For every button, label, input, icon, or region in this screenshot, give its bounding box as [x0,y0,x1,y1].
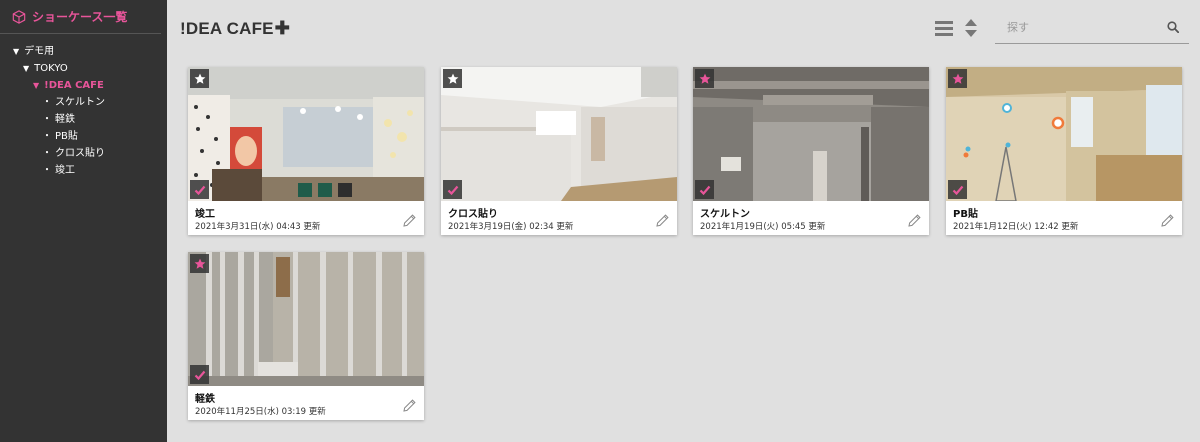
search-box [995,13,1189,44]
check-icon [194,185,205,195]
card-updated-date: 2021年1月19日(火) 05:45 更新 [700,222,826,232]
showcase-tree: ▼ デモ用 ▼ TOKYO ▼ !DEA CAFE ・スケルトン ・軽鉄 ・ PB… [0,34,167,179]
sidebar: ショーケース一覧 ▼ デモ用 ▼ TOKYO ▼ !DEA CAFE ・スケルト… [0,0,167,442]
sort-icon[interactable] [964,19,978,37]
favorite-toggle[interactable] [443,69,462,88]
search-input[interactable] [995,13,1155,41]
tree-item-demo[interactable]: ▼ デモ用 [0,43,167,60]
showcase-card[interactable]: PB貼 2021年1月12日(火) 12:42 更新 [946,67,1182,235]
card-thumbnail[interactable] [441,67,677,201]
tree-item-completion[interactable]: ・竣工 [0,162,167,179]
showcase-card[interactable]: 竣工 2021年3月31日(水) 04:43 更新 [188,67,424,235]
interior-photo [441,67,677,201]
tree-label: 竣工 [55,165,75,176]
cafe-photo [188,67,424,201]
star-icon [952,73,963,84]
search-icon[interactable] [1167,21,1179,33]
star-icon [699,73,710,84]
tree-item-cross[interactable]: ・クロス貼り [0,145,167,162]
card-updated-date: 2021年3月31日(水) 04:43 更新 [195,222,321,232]
showcase-card[interactable]: 軽鉄 2020年11月25日(水) 03:19 更新 [188,252,424,420]
pencil-icon[interactable] [403,399,416,412]
favorite-toggle[interactable] [948,69,967,88]
showcase-card[interactable]: クロス貼り 2021年3月19日(金) 02:34 更新 [441,67,677,235]
favorite-toggle[interactable] [695,69,714,88]
tree-label: クロス貼り [55,148,105,159]
tree-label: スケルトン [55,97,105,108]
card-title: PB貼 [953,209,978,220]
tree-item-tokyo[interactable]: ▼ TOKYO [0,60,167,77]
tree-label: デモ用 [24,46,55,57]
caret-down-icon: ▼ [33,81,40,90]
check-toggle[interactable] [948,180,967,199]
check-icon [194,370,205,380]
tree-label: 軽鉄 [55,114,75,125]
check-toggle[interactable] [190,180,209,199]
card-thumbnail[interactable] [188,67,424,201]
caret-down-icon: ▼ [13,47,20,56]
skeleton-photo [693,67,929,201]
pencil-icon[interactable] [1161,214,1174,227]
pencil-icon[interactable] [656,214,669,227]
check-icon [699,185,710,195]
card-thumbnail[interactable] [188,252,424,386]
check-toggle[interactable] [695,180,714,199]
card-updated-date: 2020年11月25日(水) 03:19 更新 [195,407,326,417]
sidebar-title: ショーケース一覧 [32,10,128,24]
card-updated-date: 2021年3月19日(金) 02:34 更新 [448,222,574,232]
card-thumbnail[interactable] [946,67,1182,201]
pencil-icon[interactable] [403,214,416,227]
check-icon [447,185,458,195]
showcase-card[interactable]: スケルトン 2021年1月19日(火) 05:45 更新 [693,67,929,235]
card-title: クロス貼り [448,209,498,220]
check-icon [952,185,963,195]
card-title: 竣工 [195,209,215,220]
tree-label: TOKYO [34,63,68,74]
sidebar-header[interactable]: ショーケース一覧 [0,0,161,34]
star-icon [194,258,205,269]
steel-frame-photo [188,252,424,386]
favorite-toggle[interactable] [190,254,209,273]
tree-item-idea-cafe[interactable]: ▼ !DEA CAFE [0,77,167,94]
card-thumbnail[interactable] [693,67,929,201]
tree-item-pb[interactable]: ・ PB貼 [0,128,167,145]
pencil-icon[interactable] [908,214,921,227]
tree-label: !DEA CAFE [44,80,104,91]
star-icon [194,73,205,84]
caret-down-icon: ▼ [23,64,30,73]
tree-item-keitetsu[interactable]: ・軽鉄 [0,111,167,128]
list-view-icon[interactable] [935,21,953,36]
plasterboard-photo [946,67,1182,201]
check-toggle[interactable] [190,365,209,384]
check-toggle[interactable] [443,180,462,199]
card-title: スケルトン [700,209,750,220]
brand-logo: !DEA CAFE✚ [180,18,291,38]
favorite-toggle[interactable] [190,69,209,88]
card-updated-date: 2021年1月12日(火) 12:42 更新 [953,222,1079,232]
cube-icon [12,9,26,24]
tree-label: PB貼 [55,131,78,142]
star-icon [447,73,458,84]
card-title: 軽鉄 [195,394,215,405]
tree-item-skeleton[interactable]: ・スケルトン [0,94,167,111]
